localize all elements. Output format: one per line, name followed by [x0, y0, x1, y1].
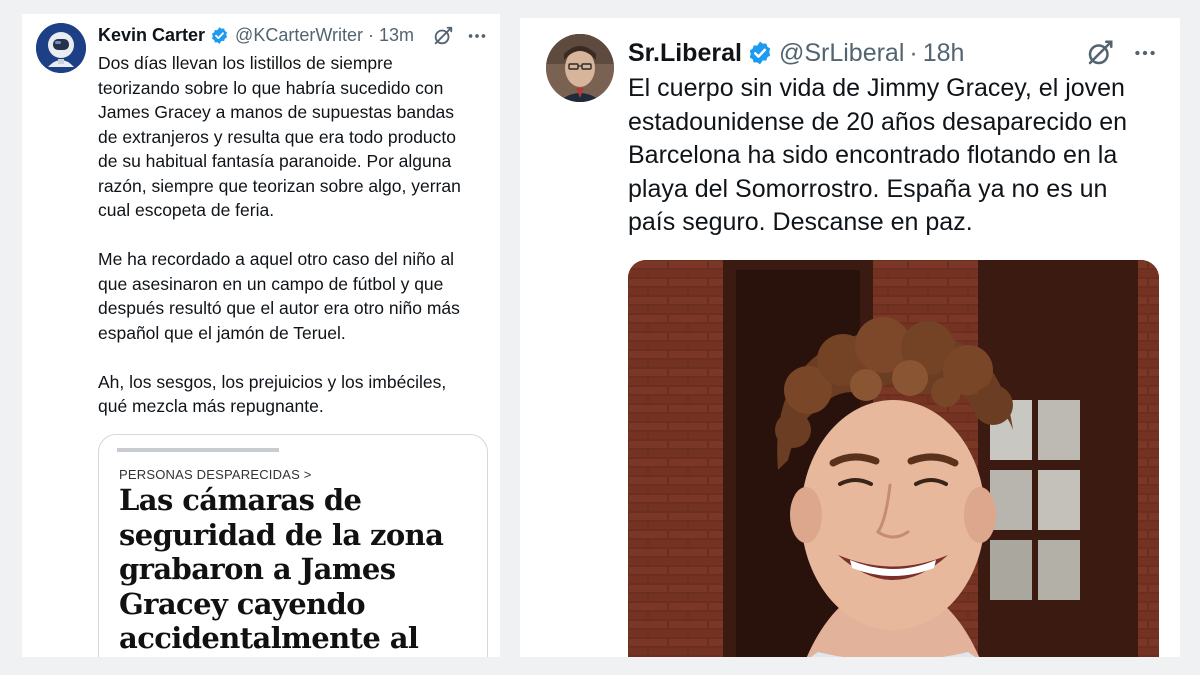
verified-badge-icon: [747, 40, 773, 66]
tweet-timestamp[interactable]: 13m: [379, 25, 414, 46]
grok-icon[interactable]: [432, 25, 454, 47]
tweet-photo[interactable]: [628, 260, 1159, 657]
verified-badge-icon: [210, 26, 229, 45]
profile-photo-avatar[interactable]: [546, 34, 614, 102]
tweet-card-right[interactable]: Sr.Liberal @SrLiberal · 18h El cuerpo si…: [520, 18, 1180, 657]
author-display-name[interactable]: Sr.Liberal: [628, 39, 742, 68]
astronaut-avatar-icon[interactable]: [36, 23, 86, 73]
tweet-card-left[interactable]: Kevin Carter @KCarterWriter · 13m Dos dí…: [22, 14, 500, 657]
more-options-icon[interactable]: [466, 25, 488, 47]
tweet-text: Dos días llevan los listillos de siempre…: [98, 53, 461, 416]
article-divider: [117, 448, 279, 452]
tweet-header: Sr.Liberal @SrLiberal · 18h: [628, 36, 964, 70]
more-options-icon[interactable]: [1132, 40, 1158, 66]
separator-dot: ·: [368, 24, 374, 45]
author-handle[interactable]: @SrLiberal: [779, 39, 904, 68]
article-section-label[interactable]: PERSONAS DESPARECIDAS >: [119, 467, 312, 482]
tweet-timestamp[interactable]: 18h: [923, 39, 965, 68]
tweet-header: Kevin Carter @KCarterWriter · 13m: [98, 22, 414, 48]
article-headline[interactable]: Las cámaras de seguridad de la zona grab…: [119, 483, 479, 657]
tweet-text: El cuerpo sin vida de Jimmy Gracey, el j…: [628, 74, 1128, 236]
grok-icon[interactable]: [1085, 38, 1115, 68]
author-handle[interactable]: @KCarterWriter: [235, 25, 363, 46]
article-link-card[interactable]: PERSONAS DESPARECIDAS > Las cámaras de s…: [98, 434, 488, 657]
separator-dot: ·: [909, 38, 918, 67]
author-display-name[interactable]: Kevin Carter: [98, 25, 205, 46]
